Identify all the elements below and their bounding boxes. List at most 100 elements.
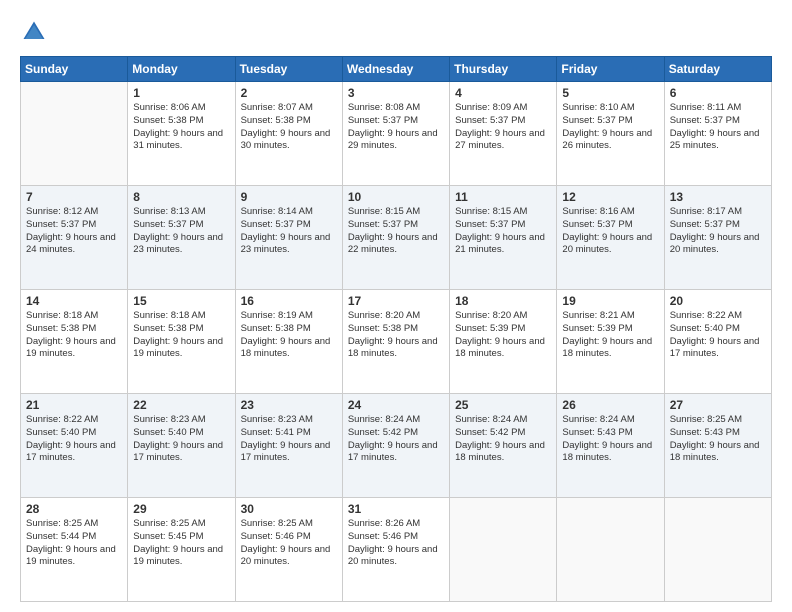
- day-number: 4: [455, 86, 551, 100]
- day-info: Sunrise: 8:19 AM Sunset: 5:38 PM Dayligh…: [241, 310, 337, 361]
- day-info: Sunrise: 8:23 AM Sunset: 5:41 PM Dayligh…: [241, 414, 337, 465]
- day-info: Sunrise: 8:24 AM Sunset: 5:42 PM Dayligh…: [348, 414, 444, 465]
- day-cell: 27 Sunrise: 8:25 AM Sunset: 5:43 PM Dayl…: [664, 394, 771, 498]
- day-info: Sunrise: 8:11 AM Sunset: 5:37 PM Dayligh…: [670, 102, 766, 153]
- day-cell: 24 Sunrise: 8:24 AM Sunset: 5:42 PM Dayl…: [342, 394, 449, 498]
- col-header-sunday: Sunday: [21, 57, 128, 82]
- day-cell: 16 Sunrise: 8:19 AM Sunset: 5:38 PM Dayl…: [235, 290, 342, 394]
- day-info: Sunrise: 8:13 AM Sunset: 5:37 PM Dayligh…: [133, 206, 229, 257]
- day-number: 27: [670, 398, 766, 412]
- day-cell: 20 Sunrise: 8:22 AM Sunset: 5:40 PM Dayl…: [664, 290, 771, 394]
- day-number: 3: [348, 86, 444, 100]
- day-number: 30: [241, 502, 337, 516]
- day-cell: 18 Sunrise: 8:20 AM Sunset: 5:39 PM Dayl…: [450, 290, 557, 394]
- day-info: Sunrise: 8:10 AM Sunset: 5:37 PM Dayligh…: [562, 102, 658, 153]
- day-info: Sunrise: 8:22 AM Sunset: 5:40 PM Dayligh…: [26, 414, 122, 465]
- day-info: Sunrise: 8:14 AM Sunset: 5:37 PM Dayligh…: [241, 206, 337, 257]
- day-number: 31: [348, 502, 444, 516]
- day-cell: 7 Sunrise: 8:12 AM Sunset: 5:37 PM Dayli…: [21, 186, 128, 290]
- day-cell: 10 Sunrise: 8:15 AM Sunset: 5:37 PM Dayl…: [342, 186, 449, 290]
- col-header-friday: Friday: [557, 57, 664, 82]
- day-info: Sunrise: 8:17 AM Sunset: 5:37 PM Dayligh…: [670, 206, 766, 257]
- week-row-2: 7 Sunrise: 8:12 AM Sunset: 5:37 PM Dayli…: [21, 186, 772, 290]
- day-info: Sunrise: 8:25 AM Sunset: 5:43 PM Dayligh…: [670, 414, 766, 465]
- day-number: 20: [670, 294, 766, 308]
- col-header-tuesday: Tuesday: [235, 57, 342, 82]
- day-cell: 8 Sunrise: 8:13 AM Sunset: 5:37 PM Dayli…: [128, 186, 235, 290]
- week-row-5: 28 Sunrise: 8:25 AM Sunset: 5:44 PM Dayl…: [21, 498, 772, 602]
- day-cell: 3 Sunrise: 8:08 AM Sunset: 5:37 PM Dayli…: [342, 82, 449, 186]
- logo-icon: [20, 18, 48, 46]
- day-number: 19: [562, 294, 658, 308]
- day-cell: 31 Sunrise: 8:26 AM Sunset: 5:46 PM Dayl…: [342, 498, 449, 602]
- page: SundayMondayTuesdayWednesdayThursdayFrid…: [0, 0, 792, 612]
- day-number: 9: [241, 190, 337, 204]
- day-cell: [450, 498, 557, 602]
- day-info: Sunrise: 8:20 AM Sunset: 5:39 PM Dayligh…: [455, 310, 551, 361]
- day-cell: 13 Sunrise: 8:17 AM Sunset: 5:37 PM Dayl…: [664, 186, 771, 290]
- day-info: Sunrise: 8:24 AM Sunset: 5:43 PM Dayligh…: [562, 414, 658, 465]
- day-number: 22: [133, 398, 229, 412]
- day-cell: [21, 82, 128, 186]
- day-info: Sunrise: 8:16 AM Sunset: 5:37 PM Dayligh…: [562, 206, 658, 257]
- calendar-table: SundayMondayTuesdayWednesdayThursdayFrid…: [20, 56, 772, 602]
- day-cell: [557, 498, 664, 602]
- day-number: 28: [26, 502, 122, 516]
- day-number: 29: [133, 502, 229, 516]
- day-cell: 30 Sunrise: 8:25 AM Sunset: 5:46 PM Dayl…: [235, 498, 342, 602]
- day-number: 2: [241, 86, 337, 100]
- day-number: 7: [26, 190, 122, 204]
- day-number: 6: [670, 86, 766, 100]
- col-header-saturday: Saturday: [664, 57, 771, 82]
- day-number: 10: [348, 190, 444, 204]
- day-number: 8: [133, 190, 229, 204]
- day-cell: 11 Sunrise: 8:15 AM Sunset: 5:37 PM Dayl…: [450, 186, 557, 290]
- day-cell: 4 Sunrise: 8:09 AM Sunset: 5:37 PM Dayli…: [450, 82, 557, 186]
- day-cell: 14 Sunrise: 8:18 AM Sunset: 5:38 PM Dayl…: [21, 290, 128, 394]
- day-cell: [664, 498, 771, 602]
- day-info: Sunrise: 8:25 AM Sunset: 5:45 PM Dayligh…: [133, 518, 229, 569]
- day-cell: 12 Sunrise: 8:16 AM Sunset: 5:37 PM Dayl…: [557, 186, 664, 290]
- day-info: Sunrise: 8:21 AM Sunset: 5:39 PM Dayligh…: [562, 310, 658, 361]
- week-row-3: 14 Sunrise: 8:18 AM Sunset: 5:38 PM Dayl…: [21, 290, 772, 394]
- day-info: Sunrise: 8:20 AM Sunset: 5:38 PM Dayligh…: [348, 310, 444, 361]
- day-cell: 6 Sunrise: 8:11 AM Sunset: 5:37 PM Dayli…: [664, 82, 771, 186]
- day-number: 25: [455, 398, 551, 412]
- col-header-monday: Monday: [128, 57, 235, 82]
- day-info: Sunrise: 8:15 AM Sunset: 5:37 PM Dayligh…: [455, 206, 551, 257]
- day-info: Sunrise: 8:25 AM Sunset: 5:44 PM Dayligh…: [26, 518, 122, 569]
- day-cell: 22 Sunrise: 8:23 AM Sunset: 5:40 PM Dayl…: [128, 394, 235, 498]
- day-cell: 19 Sunrise: 8:21 AM Sunset: 5:39 PM Dayl…: [557, 290, 664, 394]
- day-cell: 17 Sunrise: 8:20 AM Sunset: 5:38 PM Dayl…: [342, 290, 449, 394]
- day-cell: 9 Sunrise: 8:14 AM Sunset: 5:37 PM Dayli…: [235, 186, 342, 290]
- day-number: 15: [133, 294, 229, 308]
- day-cell: 21 Sunrise: 8:22 AM Sunset: 5:40 PM Dayl…: [21, 394, 128, 498]
- day-cell: 5 Sunrise: 8:10 AM Sunset: 5:37 PM Dayli…: [557, 82, 664, 186]
- day-info: Sunrise: 8:18 AM Sunset: 5:38 PM Dayligh…: [133, 310, 229, 361]
- day-cell: 2 Sunrise: 8:07 AM Sunset: 5:38 PM Dayli…: [235, 82, 342, 186]
- day-number: 12: [562, 190, 658, 204]
- day-info: Sunrise: 8:12 AM Sunset: 5:37 PM Dayligh…: [26, 206, 122, 257]
- day-number: 14: [26, 294, 122, 308]
- day-number: 5: [562, 86, 658, 100]
- day-number: 24: [348, 398, 444, 412]
- col-header-wednesday: Wednesday: [342, 57, 449, 82]
- day-info: Sunrise: 8:26 AM Sunset: 5:46 PM Dayligh…: [348, 518, 444, 569]
- day-info: Sunrise: 8:07 AM Sunset: 5:38 PM Dayligh…: [241, 102, 337, 153]
- day-info: Sunrise: 8:08 AM Sunset: 5:37 PM Dayligh…: [348, 102, 444, 153]
- header-row: SundayMondayTuesdayWednesdayThursdayFrid…: [21, 57, 772, 82]
- day-cell: 29 Sunrise: 8:25 AM Sunset: 5:45 PM Dayl…: [128, 498, 235, 602]
- day-info: Sunrise: 8:06 AM Sunset: 5:38 PM Dayligh…: [133, 102, 229, 153]
- day-info: Sunrise: 8:09 AM Sunset: 5:37 PM Dayligh…: [455, 102, 551, 153]
- day-info: Sunrise: 8:18 AM Sunset: 5:38 PM Dayligh…: [26, 310, 122, 361]
- day-cell: 25 Sunrise: 8:24 AM Sunset: 5:42 PM Dayl…: [450, 394, 557, 498]
- day-cell: 28 Sunrise: 8:25 AM Sunset: 5:44 PM Dayl…: [21, 498, 128, 602]
- day-cell: 26 Sunrise: 8:24 AM Sunset: 5:43 PM Dayl…: [557, 394, 664, 498]
- day-info: Sunrise: 8:23 AM Sunset: 5:40 PM Dayligh…: [133, 414, 229, 465]
- day-number: 23: [241, 398, 337, 412]
- week-row-1: 1 Sunrise: 8:06 AM Sunset: 5:38 PM Dayli…: [21, 82, 772, 186]
- day-info: Sunrise: 8:15 AM Sunset: 5:37 PM Dayligh…: [348, 206, 444, 257]
- day-cell: 15 Sunrise: 8:18 AM Sunset: 5:38 PM Dayl…: [128, 290, 235, 394]
- day-number: 16: [241, 294, 337, 308]
- day-number: 21: [26, 398, 122, 412]
